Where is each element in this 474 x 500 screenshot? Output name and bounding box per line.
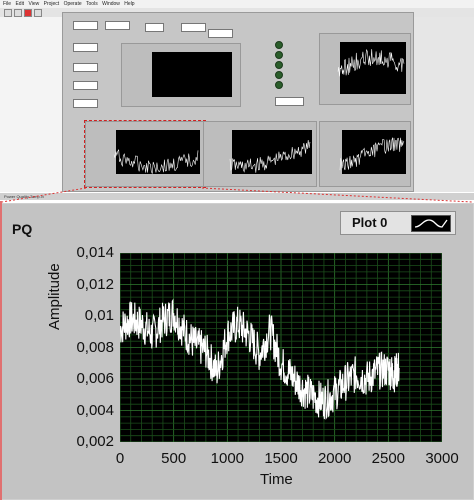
x-tick-label: 1000 <box>210 450 245 467</box>
mini-trace <box>229 139 311 173</box>
x-tick-label: 2000 <box>317 450 352 467</box>
legend-label: Plot 0 <box>352 215 388 230</box>
x-tick-label: 2500 <box>371 450 406 467</box>
legend-line-swatch[interactable] <box>411 215 451 232</box>
x-tick-label: 500 <box>161 450 187 467</box>
y-tick-label: 0,002 <box>76 433 114 450</box>
y-tick-label: 0,004 <box>76 401 114 419</box>
mini-trace <box>337 48 405 77</box>
y-tick-label: 0,014 <box>76 244 114 261</box>
x-axis-label: Time <box>260 471 293 488</box>
mini-trace-layer <box>113 48 405 174</box>
y-axis-label: Amplitude <box>46 263 63 330</box>
y-tick-label: 0,012 <box>76 275 114 293</box>
zoom-connector-left <box>1 187 87 203</box>
y-tick-label: 0,01 <box>84 307 114 324</box>
plot-area[interactable] <box>119 252 443 443</box>
x-tick-label: 3000 <box>425 450 459 467</box>
application-window: File Edit View Project Operate Tools Win… <box>0 0 474 192</box>
graph-title: PQ <box>12 221 33 237</box>
plot-canvas <box>119 252 443 443</box>
y-tick-label: 0,008 <box>76 338 114 356</box>
y-tick-label: 0,006 <box>76 370 114 387</box>
mini-trace <box>113 148 199 174</box>
zoom-connector-right <box>201 187 473 203</box>
mini-trace <box>339 137 405 171</box>
x-tick-label: 0 <box>115 450 125 467</box>
wave-icon <box>414 219 448 228</box>
x-tick-label: 1500 <box>264 450 298 467</box>
